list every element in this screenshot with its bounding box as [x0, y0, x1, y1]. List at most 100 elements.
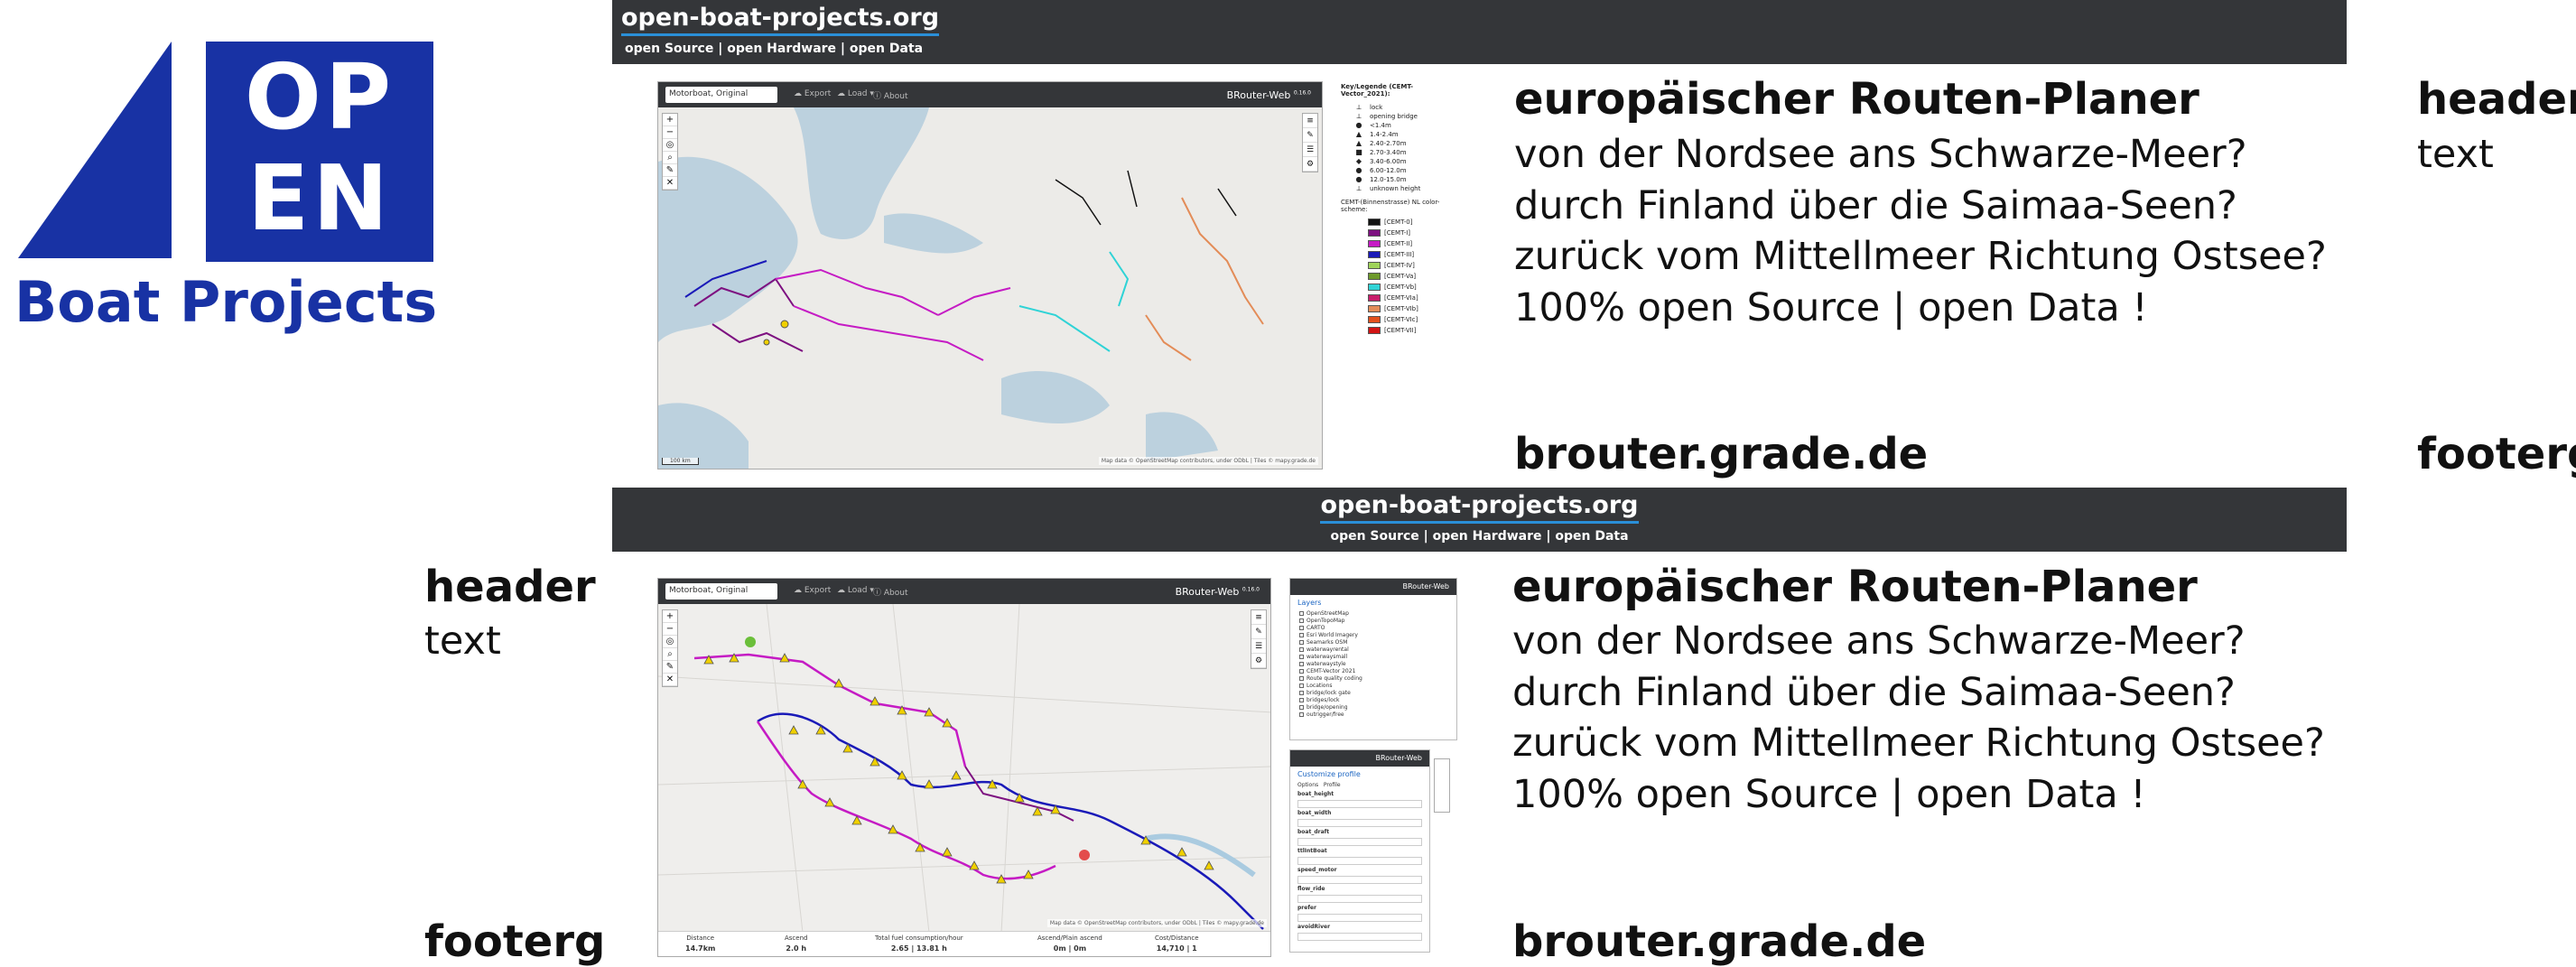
layer-row[interactable]: outrigger/free	[1290, 711, 1456, 719]
profile-field-input[interactable]	[1297, 876, 1422, 884]
layer-row[interactable]: Route quality coding	[1290, 675, 1456, 683]
logo-sail-triangle	[18, 42, 172, 258]
layer-row[interactable]: bridge/opening	[1290, 704, 1456, 711]
layer-checkbox[interactable]	[1299, 698, 1304, 702]
layer-checkbox[interactable]	[1299, 683, 1304, 688]
layer-row[interactable]: CARTO	[1290, 625, 1456, 632]
map-right-tools[interactable]: ≡ ✎ ☰ ⚙	[1302, 113, 1318, 172]
search-icon[interactable]: ⌕	[663, 152, 677, 164]
zoom-in-icon[interactable]: +	[663, 610, 677, 623]
map-zoom-controls[interactable]: + − ◎ ⌕ ✎ ✕	[662, 113, 678, 191]
pencil-icon[interactable]: ✎	[1303, 128, 1317, 143]
layer-checkbox[interactable]	[1299, 676, 1304, 681]
layer-checkbox[interactable]	[1299, 691, 1304, 695]
profile-field-input[interactable]	[1297, 819, 1422, 827]
legend-class-label: [CEMT-Vb]	[1384, 284, 1417, 291]
list-icon[interactable]: ☰	[1251, 639, 1266, 654]
profile-field-input[interactable]	[1297, 838, 1422, 846]
settings-icon[interactable]: ⚙	[1251, 654, 1266, 668]
brouter-link-1[interactable]: brouter.grade.de	[1514, 429, 1928, 479]
profile-field-input[interactable]	[1297, 933, 1422, 941]
profile-field-label: avoidRiver	[1297, 924, 1331, 930]
map-right-tools-2[interactable]: ≡ ✎ ☰ ⚙	[1251, 609, 1267, 669]
layers-section-title[interactable]: Layers	[1290, 595, 1456, 610]
layers-panel[interactable]: BRouter-Web Layers OpenStreetMap OpenTopo…	[1289, 578, 1457, 740]
layer-checkbox[interactable]	[1299, 626, 1304, 630]
layer-checkbox[interactable]	[1299, 633, 1304, 637]
legend-class-label: [CEMT-VIc]	[1384, 316, 1418, 323]
map-berlin-screenshot[interactable]: Motorboat, Original ☁ Export ☁ Load ▾ ⓘ …	[657, 578, 1271, 957]
zoom-out-icon[interactable]: −	[663, 623, 677, 636]
layer-checkbox[interactable]	[1299, 618, 1304, 623]
layer-checkbox[interactable]	[1299, 611, 1304, 616]
profile-field-label: ttlIntBoat	[1297, 848, 1327, 854]
search-icon[interactable]: ⌕	[663, 648, 677, 661]
load-button-2[interactable]: ☁ Load ▾	[837, 586, 874, 595]
layer-row[interactable]: bridge/lock gate	[1290, 690, 1456, 697]
delete-icon[interactable]: ✕	[663, 177, 677, 190]
layer-row[interactable]: Esri World Imagery	[1290, 632, 1456, 639]
draw-route-icon[interactable]: ✎	[663, 661, 677, 674]
map-zoom-controls-2[interactable]: + − ◎ ⌕ ✎ ✕	[662, 609, 678, 687]
layer-checkbox[interactable]	[1299, 655, 1304, 659]
zoom-out-icon[interactable]: −	[663, 126, 677, 139]
export-button-2[interactable]: ☁ Export	[794, 586, 831, 595]
layer-checkbox[interactable]	[1299, 712, 1304, 717]
profile-section-title[interactable]: Customize profile	[1290, 767, 1429, 782]
load-button[interactable]: ☁ Load ▾	[837, 89, 874, 98]
layer-row[interactable]: waterwaysmall	[1290, 654, 1456, 661]
locate-icon[interactable]: ◎	[663, 139, 677, 152]
site-link[interactable]: open-boat-projects.org	[621, 4, 940, 36]
brouter-link-2[interactable]: brouter.grade.de	[1512, 916, 1926, 967]
layer-checkbox[interactable]	[1299, 647, 1304, 652]
layer-row[interactable]: CEMT-Vector 2021	[1290, 668, 1456, 675]
layer-row[interactable]: OpenStreetMap	[1290, 610, 1456, 618]
layer-checkbox[interactable]	[1299, 669, 1304, 674]
planner-line-2a: von der Nordsee ans Schwarze-Meer?	[1512, 618, 2246, 664]
zoom-in-icon[interactable]: +	[663, 114, 677, 126]
site-link-centered[interactable]: open-boat-projects.org	[612, 491, 2347, 524]
layer-row[interactable]: bridges/lock	[1290, 697, 1456, 704]
map-europe-screenshot[interactable]: Motorboat, Original ☁ Export ☁ Load ▾ ⓘ …	[657, 81, 1323, 470]
layers-icon[interactable]: ≡	[1251, 610, 1266, 625]
europe-map-canvas	[658, 107, 1322, 469]
layer-checkbox[interactable]	[1299, 662, 1304, 666]
layers-icon[interactable]: ≡	[1303, 114, 1317, 128]
map-toolbar-2: Motorboat, Original ☁ Export ☁ Load ▾ ⓘ …	[658, 579, 1270, 604]
layer-checkbox[interactable]	[1299, 705, 1304, 710]
profile-select[interactable]: Motorboat, Original	[665, 87, 777, 103]
layer-checkbox[interactable]	[1299, 640, 1304, 645]
layer-label: bridge/lock gate	[1307, 690, 1351, 696]
about-button[interactable]: ⓘ About	[873, 89, 907, 101]
draw-route-icon[interactable]: ✎	[663, 164, 677, 177]
settings-icon[interactable]: ⚙	[1303, 157, 1317, 172]
profile-side-tools[interactable]	[1434, 758, 1450, 813]
export-button[interactable]: ☁ Export	[794, 89, 831, 98]
profile-field-list[interactable]: boat_height boat_width boat_draft ttlIntBoa…	[1290, 791, 1429, 941]
tab-profile[interactable]: Profile	[1324, 782, 1341, 788]
tab-options[interactable]: Options	[1297, 782, 1318, 788]
legend-symbol-icon: ●	[1355, 175, 1362, 183]
profile-field-input[interactable]	[1297, 895, 1422, 903]
profile-panel[interactable]: BRouter-Web Customize profile Options Pr…	[1289, 749, 1430, 953]
layer-row[interactable]: Seamarks OSM	[1290, 639, 1456, 646]
pencil-icon[interactable]: ✎	[1251, 625, 1266, 639]
legend-item-label: 12.0-15.0m	[1370, 176, 1407, 183]
site-tagline-centered: open Source | open Hardware | open Data	[1330, 529, 1629, 544]
profile-tabs[interactable]: Options Profile	[1290, 782, 1429, 791]
legend-color-swatch	[1368, 240, 1381, 247]
layer-row[interactable]: OpenTopoMap	[1290, 618, 1456, 625]
layer-row[interactable]: waterwayrental	[1290, 646, 1456, 654]
profile-select-2[interactable]: Motorboat, Original	[665, 583, 777, 600]
about-button-2[interactable]: ⓘ About	[873, 586, 907, 598]
locate-icon[interactable]: ◎	[663, 636, 677, 648]
layer-row[interactable]: waterwaystyle	[1290, 661, 1456, 668]
list-icon[interactable]: ☰	[1303, 143, 1317, 157]
profile-field-input[interactable]	[1297, 914, 1422, 922]
layer-list[interactable]: OpenStreetMap OpenTopoMap CARTO Esri World …	[1290, 610, 1456, 719]
delete-icon[interactable]: ✕	[663, 674, 677, 686]
layer-row[interactable]: Locations	[1290, 683, 1456, 690]
legend-color-swatch	[1368, 305, 1381, 312]
profile-field-input[interactable]	[1297, 800, 1422, 808]
profile-field-input[interactable]	[1297, 857, 1422, 865]
